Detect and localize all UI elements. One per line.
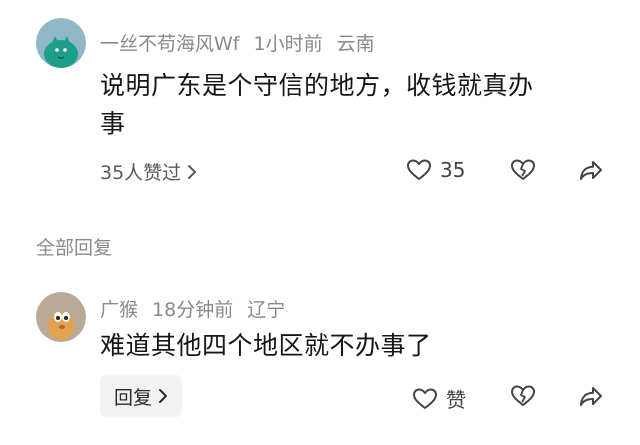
comment1-time: 1小时前 [253, 33, 323, 55]
comment2-reply-label: 回复 [114, 386, 153, 409]
comment2-meta: 广猴 18分钟前 辽宁 [100, 295, 299, 322]
comment1-text-line1: 说明广东是个守信的地方，收钱就真办 [100, 71, 534, 100]
section-title-all-replies: 全部回复 [36, 237, 113, 259]
comment1-text: 说明广东是个守信的地方，收钱就真办 事 [100, 67, 620, 143]
comment2-share-button[interactable] [578, 384, 604, 408]
comment1-likes-link[interactable]: 35人赞过 [100, 158, 197, 185]
comment1-like-button[interactable]: 35 [406, 158, 465, 182]
comment1-dislike-button[interactable] [510, 158, 536, 182]
comment2-username[interactable]: 广猴 [100, 299, 138, 321]
comment1-likes-label: 35人赞过 [100, 162, 182, 184]
comment1-username[interactable]: 一丝不苟海风Wf [100, 33, 239, 55]
comment2-time: 18分钟前 [152, 299, 234, 321]
comment2-reply-button[interactable]: 回复 [100, 375, 183, 417]
comment1-share-button[interactable] [578, 158, 604, 182]
broken-heart-icon [511, 159, 535, 180]
chevron-right-icon [159, 389, 168, 403]
chevron-right-icon [188, 164, 197, 179]
share-arrow-icon [580, 387, 602, 406]
comment2-dislike-button[interactable] [510, 384, 536, 408]
comment1-meta: 一丝不苟海风Wf 1小时前 云南 [100, 29, 389, 56]
comment2-like-label: 赞 [446, 388, 466, 412]
comment1-location: 云南 [336, 33, 375, 55]
avatar-comment2[interactable] [36, 292, 86, 342]
heart-outline-icon [407, 159, 431, 180]
comment2-like-button[interactable]: 赞 [412, 384, 466, 413]
avatar-comment1[interactable] [36, 18, 86, 68]
comment2-text: 难道其他四个地区就不办事了 [100, 331, 432, 360]
comment1-like-count: 35 [440, 158, 466, 182]
comment1-text-line2: 事 [100, 109, 126, 138]
share-arrow-icon [580, 161, 602, 180]
heart-outline-icon [413, 388, 437, 409]
comment2-location: 辽宁 [247, 299, 286, 321]
broken-heart-icon [511, 385, 535, 406]
